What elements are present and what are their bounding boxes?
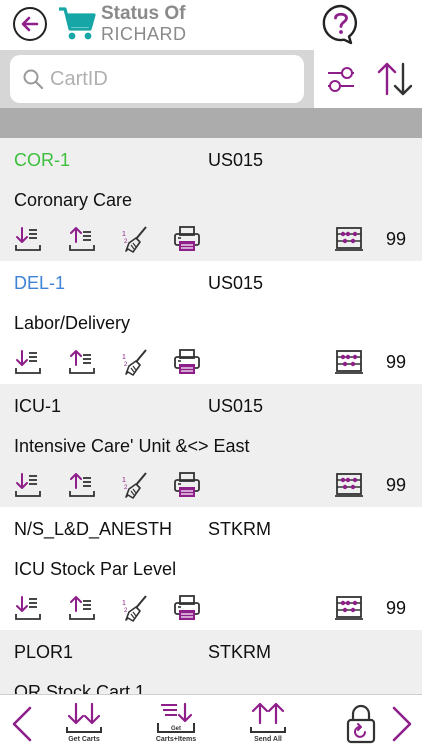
- cart-id: DEL-1: [14, 273, 66, 293]
- download-cart-icon[interactable]: [13, 224, 43, 254]
- get-carts-label: Get Carts: [68, 736, 100, 743]
- clear-counts-broom-icon[interactable]: 12: [120, 470, 150, 500]
- search-bar-row: [0, 50, 422, 108]
- cart-row[interactable]: N/S_L&D_ANESTH STKRM ICU Stock Par Level 1 2…: [0, 507, 422, 630]
- cart-location: US015: [208, 396, 264, 416]
- download-cart-icon[interactable]: [13, 347, 43, 377]
- sort-button[interactable]: [368, 50, 422, 108]
- cart-actions: 1 2 99: [0, 593, 422, 625]
- cart-description: Labor/Delivery: [14, 313, 131, 333]
- clear-counts-broom-icon[interactable]: 12: [120, 593, 150, 623]
- cart-description: OR Stock Cart 1: [14, 682, 146, 694]
- cart-row[interactable]: DEL-1 US015 Labor/Delivery 1 2 99: [0, 261, 422, 384]
- clear-counts-broom-icon[interactable]: 12: [120, 347, 150, 377]
- svg-text:1: 1: [122, 600, 126, 607]
- search-box[interactable]: [10, 55, 304, 103]
- upload-cart-icon[interactable]: [67, 470, 97, 500]
- cart-row[interactable]: PLOR1STKRMOR Stock Cart 112: [0, 630, 422, 694]
- abacus-icon[interactable]: [334, 470, 364, 500]
- page-title: Status Of: [101, 3, 186, 24]
- upload-cart-icon[interactable]: [67, 593, 97, 623]
- cart-count: 99: [386, 475, 407, 495]
- svg-text:2: 2: [124, 362, 128, 368]
- filter-button[interactable]: [314, 50, 368, 108]
- printer-icon[interactable]: [172, 593, 202, 623]
- help-icon: [322, 4, 358, 45]
- cart-list: COR-1 US015 Coronary Care 1 2 99 DEL-1 US015 Lab…: [0, 138, 422, 694]
- svg-text:2: 2: [124, 485, 128, 491]
- cart-actions: 1 2 99: [0, 347, 422, 379]
- download-double-icon: [66, 702, 102, 733]
- send-all-label: Send All: [254, 736, 282, 743]
- cart-id: N/S_L&D_ANESTH: [14, 519, 173, 539]
- send-all-button[interactable]: Send All: [248, 701, 288, 743]
- bottom-toolbar: Get Carts Get Carts+Items Send All: [0, 694, 422, 750]
- cart-count: 99: [386, 352, 407, 372]
- search-input[interactable]: [50, 64, 290, 94]
- abacus-icon[interactable]: [334, 224, 364, 254]
- cart-location: US015: [208, 273, 264, 293]
- help-button[interactable]: [321, 3, 361, 45]
- cart-id: COR-1: [14, 150, 71, 170]
- column-header-bar: [0, 108, 422, 138]
- cart-row[interactable]: COR-1 US015 Coronary Care 1 2 99: [0, 138, 422, 261]
- get-carts-items-label: Carts+Items: [155, 736, 197, 743]
- printer-icon[interactable]: [172, 224, 202, 254]
- cart-id: PLOR1: [14, 642, 74, 662]
- back-button[interactable]: [13, 7, 47, 41]
- get-carts-items-button[interactable]: Get Carts+Items: [155, 701, 197, 743]
- chevron-right-icon: [392, 706, 412, 742]
- next-page-button[interactable]: [388, 705, 416, 743]
- printer-icon[interactable]: [172, 470, 202, 500]
- lock-button[interactable]: [344, 703, 378, 745]
- upload-double-icon: [250, 702, 286, 733]
- svg-text:1: 1: [122, 477, 126, 484]
- cart-description: Coronary Care: [14, 190, 133, 210]
- svg-text:1: 1: [122, 231, 126, 238]
- download-cart-icon[interactable]: [13, 593, 43, 623]
- cart-actions: 1 2 99: [0, 470, 422, 502]
- sort-arrows-icon: [377, 62, 413, 96]
- cart-location: STKRM: [208, 519, 271, 539]
- get-carts-button[interactable]: Get Carts: [64, 701, 104, 743]
- shopping-cart-icon: [57, 4, 97, 44]
- cart-count: 99: [386, 598, 407, 618]
- cart-actions: 1 2 99: [0, 224, 422, 256]
- prev-page-button[interactable]: [8, 705, 36, 743]
- abacus-icon[interactable]: [334, 593, 364, 623]
- svg-text:2: 2: [124, 608, 128, 614]
- cart-row[interactable]: ICU-1 US015 Intensive Care' Unit &<> East 1…: [0, 384, 422, 507]
- cart-count: 99: [386, 229, 407, 249]
- user-name: RICHARD: [101, 24, 187, 44]
- cart-location: STKRM: [208, 642, 271, 662]
- cart-location: US015: [208, 150, 264, 170]
- upload-cart-icon[interactable]: [67, 224, 97, 254]
- download-cart-icon[interactable]: [13, 470, 43, 500]
- svg-text:1: 1: [122, 354, 126, 361]
- cart-description: Intensive Care' Unit &<> East: [14, 436, 250, 456]
- cart-description: ICU Stock Par Level: [14, 559, 177, 579]
- filter-sliders-icon: [328, 67, 354, 92]
- abacus-icon[interactable]: [334, 347, 364, 377]
- chevron-left-icon: [12, 706, 32, 742]
- printer-icon[interactable]: [172, 347, 202, 377]
- download-list-icon: Get: [157, 702, 195, 733]
- search-icon: [23, 69, 44, 90]
- lock-icon: [346, 704, 376, 744]
- back-arrow-icon: [21, 16, 39, 32]
- clear-counts-broom-icon[interactable]: 12: [120, 224, 150, 254]
- upload-cart-icon[interactable]: [67, 347, 97, 377]
- cart-id: ICU-1: [14, 396, 62, 416]
- get-small-label: Get: [171, 726, 181, 732]
- svg-text:2: 2: [124, 239, 128, 245]
- header: Status Of RICHARD: [0, 0, 422, 50]
